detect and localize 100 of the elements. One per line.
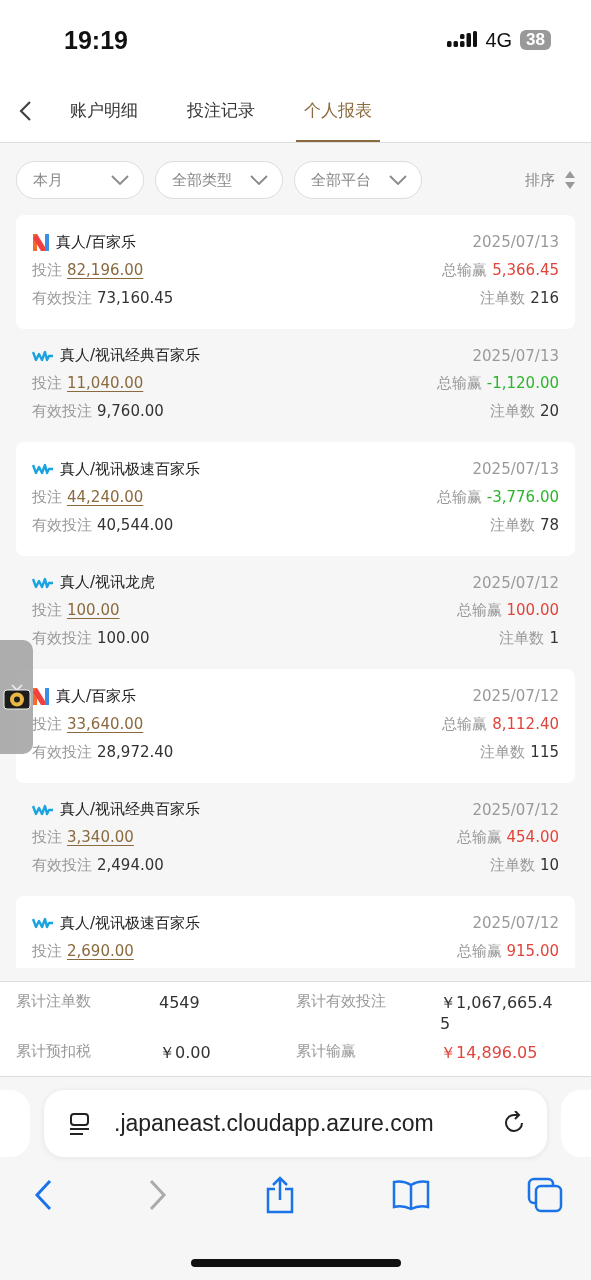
provider-logo-icon xyxy=(32,917,54,929)
share-icon[interactable] xyxy=(264,1175,295,1214)
chevron-down-icon xyxy=(250,175,268,185)
bet-amount-link[interactable]: 2,690.00 xyxy=(67,941,134,960)
provider-logo-icon xyxy=(32,803,54,816)
summary-value: ￥14,896.05 xyxy=(440,1042,539,1063)
bet-amount-link[interactable]: 100.00 xyxy=(67,601,120,619)
valid-bet-amount: 2,494.00 xyxy=(97,856,164,874)
network-label: 4G xyxy=(485,28,513,52)
game-name: 真人/百家乐 xyxy=(56,686,137,706)
total-label: 总输赢 xyxy=(456,601,502,620)
game-name: 真人/视讯经典百家乐 xyxy=(60,346,201,365)
record-date: 2025/07/13 xyxy=(472,233,559,251)
total-amount: 915.00 xyxy=(506,941,559,960)
bet-amount-link[interactable]: 33,640.00 xyxy=(67,714,144,733)
summary-label: 累计有效投注 xyxy=(296,992,387,1012)
bet-count: 20 xyxy=(539,402,559,420)
bet-count: 78 xyxy=(539,515,559,534)
count-label: 注单数 xyxy=(489,402,535,421)
valid-bet-amount: 100.00 xyxy=(97,629,150,647)
chevron-down-icon xyxy=(111,175,129,185)
bet-label: 投注 xyxy=(32,828,62,847)
summary-value: ￥0.00 xyxy=(159,1042,212,1063)
sort-button[interactable]: 排序 xyxy=(525,170,575,190)
count-label: 注单数 xyxy=(480,288,526,308)
bet-label: 投注 xyxy=(32,374,62,393)
back-icon[interactable] xyxy=(34,1178,52,1211)
bet-count: 216 xyxy=(530,288,559,307)
count-label: 注单数 xyxy=(499,629,545,648)
provider-logo-icon xyxy=(32,463,54,475)
bookmarks-icon[interactable] xyxy=(391,1178,430,1211)
summary-label: 累计输赢 xyxy=(296,1042,357,1062)
bet-amount-link[interactable]: 3,340.00 xyxy=(67,828,134,846)
tab[interactable]: 投注记录 xyxy=(179,80,263,142)
total-amount: 5,366.45 xyxy=(492,260,559,279)
total-label: 总输赢 xyxy=(436,487,482,507)
record-date: 2025/07/12 xyxy=(472,573,559,592)
total-label: 总输赢 xyxy=(442,260,488,280)
total-amount: 100.00 xyxy=(506,601,559,619)
valid-bet-amount: 9,760.00 xyxy=(97,402,164,420)
record-date: 2025/07/13 xyxy=(472,346,559,365)
valid-bet-label: 有效投注 xyxy=(32,402,92,421)
forward-icon[interactable] xyxy=(149,1178,168,1211)
record-date: 2025/07/12 xyxy=(472,914,559,932)
filter-dropdown[interactable]: 本月 xyxy=(16,161,144,199)
total-amount: -3,776.00 xyxy=(486,487,559,506)
count-label: 注单数 xyxy=(489,856,535,875)
valid-bet-amount: 73,160.45 xyxy=(97,288,174,307)
bet-amount-link[interactable]: 44,240.00 xyxy=(67,487,144,506)
tabs-icon[interactable] xyxy=(527,1176,563,1213)
valid-bet-amount: 40,544.00 xyxy=(97,515,174,534)
total-amount: 8,112.40 xyxy=(492,714,559,733)
back-icon[interactable] xyxy=(18,100,32,122)
bet-label: 投注 xyxy=(32,260,62,280)
address-bar[interactable]: .japaneast.cloudapp.azure.com xyxy=(44,1090,547,1157)
filter-dropdown[interactable]: 全部类型 xyxy=(155,161,283,199)
record-card[interactable]: 真人/百家乐 2025/07/13 投注 82,196.00 总输赢 5,366.45 有效投注 73,160.45 注单数 216 xyxy=(16,215,575,329)
filter-dropdown[interactable]: 全部平台 xyxy=(294,161,422,199)
bet-amount-link[interactable]: 82,196.00 xyxy=(67,260,144,279)
total-label: 总输赢 xyxy=(456,828,502,847)
summary-label: 累计预扣税 xyxy=(16,1042,92,1062)
record-card[interactable]: 真人/视讯极速百家乐 2025/07/12 投注 2,690.00 总输赢 915.00 xyxy=(16,896,575,968)
record-date: 2025/07/12 xyxy=(472,687,559,705)
floating-widget[interactable] xyxy=(0,640,33,754)
total-label: 总输赢 xyxy=(436,374,482,393)
record-date: 2025/07/13 xyxy=(472,460,559,478)
chevron-down-icon xyxy=(389,175,407,185)
tv-football-icon xyxy=(2,684,31,710)
provider-logo-icon xyxy=(32,686,50,706)
record-card[interactable]: 真人/视讯经典百家乐 2025/07/12 投注 3,340.00 总输赢 454.00 有效投注 2,494.00 注单数 10 xyxy=(16,782,575,896)
record-card[interactable]: 真人/视讯龙虎 2025/07/12 投注 100.00 总输赢 100.00 有效投注 100.00 注单数 1 xyxy=(16,555,575,669)
total-label: 总输赢 xyxy=(456,941,502,961)
sort-icon xyxy=(565,171,575,189)
page-menu-icon[interactable] xyxy=(68,1111,92,1136)
record-date: 2025/07/12 xyxy=(472,800,559,819)
summary-value: 4549 xyxy=(159,992,201,1014)
game-name: 真人/视讯极速百家乐 xyxy=(60,459,201,479)
bet-label: 投注 xyxy=(32,601,62,620)
count-label: 注单数 xyxy=(489,515,535,535)
tab[interactable]: 账户明细 xyxy=(62,80,146,142)
count-label: 注单数 xyxy=(480,742,526,762)
record-card[interactable]: 真人/视讯极速百家乐 2025/07/13 投注 44,240.00 总输赢 -3,776.00 有效投注 40,544.00 注单数 78 xyxy=(16,442,575,556)
total-label: 总输赢 xyxy=(442,714,488,734)
summary-value: ￥1,067,665.45 xyxy=(440,992,554,1034)
game-name: 真人/视讯龙虎 xyxy=(60,573,156,592)
status-time: 19:19 xyxy=(64,25,128,55)
game-name: 真人/视讯经典百家乐 xyxy=(60,800,201,819)
provider-logo-icon xyxy=(32,232,50,252)
url-text: .japaneast.cloudapp.azure.com xyxy=(114,1110,435,1137)
tab[interactable]: 个人报表 xyxy=(296,80,380,142)
bet-amount-link[interactable]: 11,040.00 xyxy=(67,374,144,392)
valid-bet-label: 有效投注 xyxy=(32,742,92,762)
bet-label: 投注 xyxy=(32,941,62,961)
valid-bet-label: 有效投注 xyxy=(32,629,92,648)
game-name: 真人/视讯极速百家乐 xyxy=(60,913,201,933)
signal-icon xyxy=(447,31,478,49)
bet-label: 投注 xyxy=(32,487,62,507)
record-card[interactable]: 真人/视讯经典百家乐 2025/07/13 投注 11,040.00 总输赢 -1,120.00 有效投注 9,760.00 注单数 20 xyxy=(16,328,575,442)
provider-logo-icon xyxy=(32,576,54,589)
provider-logo-icon xyxy=(32,349,54,362)
